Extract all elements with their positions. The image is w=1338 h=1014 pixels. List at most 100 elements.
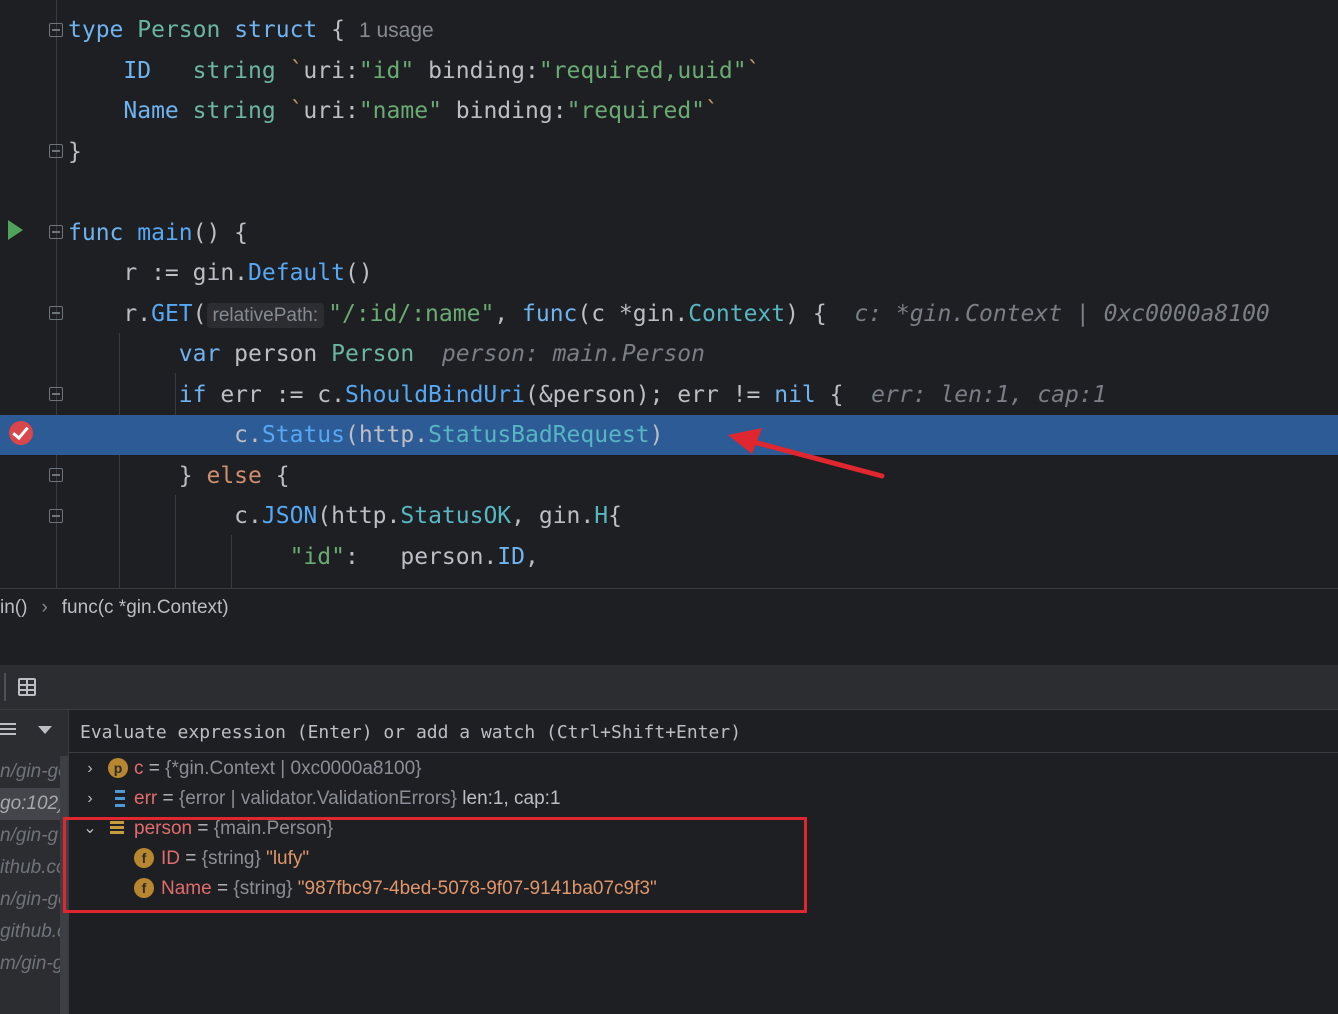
- code-token: (&person); err !=: [524, 381, 775, 408]
- code-line[interactable]: func main() {: [0, 213, 1338, 253]
- variable-eq: =: [157, 788, 179, 809]
- variable-row-c[interactable]: › p c = {*gin.Context | 0xc0000a8100}: [80, 754, 1280, 784]
- stack-frame[interactable]: m/gin-g: [0, 948, 68, 980]
- code-line[interactable]: var person Person person: main.Person: [0, 334, 1338, 374]
- code-token: ,: [494, 300, 522, 327]
- debug-toolbar: [0, 665, 1338, 710]
- code-token: err := c.: [220, 381, 345, 408]
- stack-frame[interactable]: github.c: [0, 916, 68, 948]
- code-text: var person Person person: main.Person: [68, 334, 705, 374]
- parameter-icon: p: [108, 758, 128, 778]
- code-token: r :=: [68, 260, 193, 286]
- code-token: ID: [497, 543, 525, 570]
- code-line[interactable]: r := gin.Default(): [0, 253, 1338, 293]
- variable-eq: =: [143, 758, 166, 779]
- table-icon[interactable]: [18, 678, 36, 696]
- code-token: :: [525, 57, 539, 84]
- code-token: `: [705, 98, 719, 124]
- code-token: `: [746, 57, 761, 84]
- chevron-right-icon: ›: [41, 597, 48, 618]
- code-token: "id": [289, 543, 345, 570]
- code-token: c.: [68, 503, 262, 529]
- stack-frame[interactable]: go:102): [0, 788, 68, 820]
- fold-toggle-icon[interactable]: [49, 225, 63, 239]
- code-line[interactable]: Name string `uri:"name" binding:"require…: [0, 91, 1338, 131]
- code-token: gin: [538, 503, 581, 529]
- code-token: .: [674, 300, 689, 327]
- fold-toggle-icon[interactable]: [49, 468, 63, 482]
- panel-gap: [0, 627, 1338, 665]
- code-line[interactable]: [0, 172, 1338, 212]
- code-line[interactable]: if err := c.ShouldBindUri(&person); err …: [0, 375, 1338, 415]
- code-token: JSON: [261, 503, 318, 529]
- code-line[interactable]: r.GET(relativePath: "/:id/:name", func(c …: [0, 294, 1338, 334]
- code-token: uri: [303, 57, 345, 84]
- code-token: r.: [68, 300, 152, 327]
- variable-name: err: [134, 788, 158, 809]
- list-icon[interactable]: [0, 722, 16, 736]
- array-icon: [107, 788, 127, 810]
- code-token: ShouldBindUri: [344, 381, 525, 408]
- fold-toggle-icon[interactable]: [49, 144, 63, 158]
- chevron-down-icon[interactable]: [38, 726, 52, 734]
- code-token: if: [178, 381, 221, 408]
- code-token: binding: [414, 57, 525, 84]
- code-token: gin: [192, 260, 235, 286]
- fold-toggle-icon[interactable]: [49, 387, 63, 401]
- stack-frame[interactable]: n/gin-go: [0, 756, 68, 788]
- fold-toggle-icon[interactable]: [49, 23, 63, 37]
- code-editor[interactable]: type Person struct {1 usage ID string ` u…: [0, 0, 1338, 588]
- breadcrumb-item-main[interactable]: in(): [0, 597, 27, 618]
- variable-name: c: [134, 758, 144, 779]
- code-token: (c *: [577, 300, 633, 327]
- code-text: Name string `uri:"name" binding:"require…: [68, 91, 719, 131]
- variable-row-err[interactable]: › err = {error | validator.ValidationErro…: [80, 784, 1280, 814]
- breakpoint-icon[interactable]: [9, 421, 33, 445]
- code-line[interactable]: type Person struct {1 usage: [0, 10, 1338, 50]
- code-token: {: [815, 381, 844, 408]
- debug-inlay-value: c: *gin.Context | 0xc0000a8100: [826, 300, 1270, 327]
- code-token: StatusOK: [400, 503, 512, 529]
- stack-frame[interactable]: n/gin-go: [0, 884, 68, 916]
- code-token: string: [192, 57, 276, 84]
- code-text: } else {: [68, 456, 290, 496]
- variable-text: err = {error | validator.ValidationError…: [134, 784, 561, 814]
- code-token: GET: [151, 300, 193, 327]
- debug-inlay-value: person: main.Person: [414, 341, 705, 367]
- code-line[interactable]: "id": person.ID,: [0, 537, 1338, 577]
- usage-hint[interactable]: 1 usage: [359, 19, 434, 42]
- code-token: () {: [192, 219, 249, 246]
- code-token: ): [649, 422, 664, 448]
- run-gutter-icon[interactable]: [8, 220, 23, 240]
- stack-frame[interactable]: n/gin-g: [0, 820, 68, 852]
- code-text: }: [68, 132, 82, 172]
- code-line[interactable]: c.JSON(http.StatusOK, gin.H{: [0, 496, 1338, 536]
- stack-frame[interactable]: ithub.co: [0, 852, 68, 884]
- chevron-right-icon[interactable]: ›: [80, 754, 100, 784]
- fold-toggle-icon[interactable]: [49, 306, 63, 320]
- code-line[interactable]: ID string `uri:"id" binding:"required,uu…: [0, 51, 1338, 91]
- variable-type: {*gin.Context | 0xc0000a8100}: [165, 758, 422, 779]
- code-token: person: [234, 341, 332, 367]
- code-line[interactable]: } else {: [0, 456, 1338, 496]
- code-token: else: [206, 462, 262, 489]
- fold-toggle-icon[interactable]: [49, 509, 63, 523]
- breadcrumb-item-func[interactable]: func(c *gin.Context): [62, 597, 229, 618]
- code-token: .: [386, 503, 401, 529]
- code-token: uri: [303, 98, 345, 124]
- frame-list: n/gin-go go:102) n/gin-g ithub.co n/gin-go gi…: [0, 756, 68, 1014]
- code-token: "required": [566, 98, 706, 124]
- code-line-current[interactable]: c.Status(http.StatusBadRequest): [0, 415, 1338, 455]
- code-token: .: [580, 503, 595, 529]
- code-token: c.: [68, 422, 262, 448]
- evaluate-expression-input[interactable]: [80, 716, 1330, 748]
- code-token: {: [261, 462, 290, 489]
- code-token: http: [331, 503, 387, 529]
- chevron-right-icon[interactable]: ›: [80, 784, 100, 814]
- code-token: main: [137, 219, 193, 246]
- code-line[interactable]: }: [0, 132, 1338, 172]
- code-token: ,: [511, 503, 539, 529]
